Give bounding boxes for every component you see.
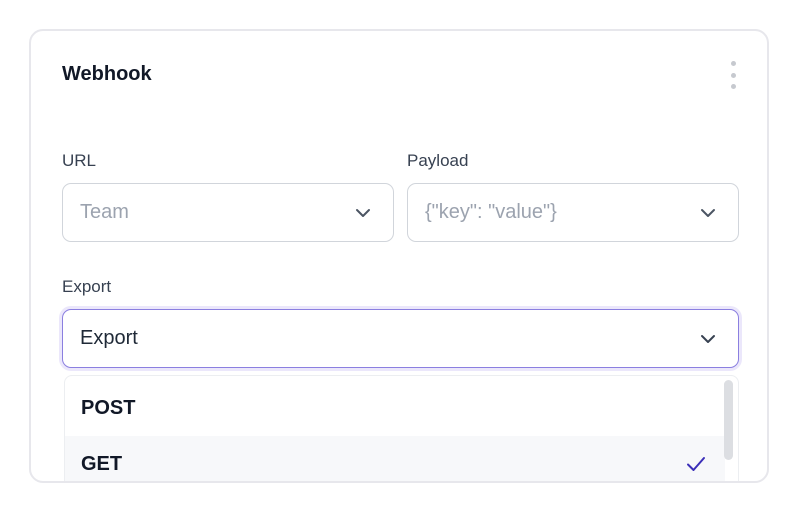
export-dropdown-menu: POST GET [64, 375, 739, 481]
card-title: Webhook [62, 63, 152, 85]
chevron-down-icon [701, 208, 715, 217]
url-select-value: Team [80, 201, 129, 223]
chevron-down-icon [356, 208, 370, 217]
payload-select-value: {"key": "value"} [425, 201, 557, 223]
dropdown-scrollbar[interactable] [724, 380, 733, 460]
kebab-dot [730, 84, 736, 89]
option-label: POST [81, 396, 136, 419]
url-select[interactable]: Team [62, 183, 394, 242]
export-select-value: Export [80, 327, 138, 349]
export-select[interactable]: Export [62, 309, 739, 368]
url-label: URL [62, 151, 97, 170]
payload-select[interactable]: {"key": "value"} [407, 183, 739, 242]
export-label: Export [62, 277, 112, 296]
webhook-card: Webhook URL Team Payload {"key": "value"… [29, 29, 769, 483]
kebab-menu-icon[interactable] [729, 61, 737, 89]
kebab-dot [730, 61, 736, 66]
check-icon [687, 457, 705, 471]
payload-label: Payload [407, 151, 469, 170]
dropdown-option-get[interactable]: GET [65, 436, 725, 481]
dropdown-option-post[interactable]: POST [65, 380, 725, 436]
kebab-dot [730, 72, 736, 78]
chevron-down-icon [701, 334, 715, 343]
option-label: GET [81, 452, 123, 475]
